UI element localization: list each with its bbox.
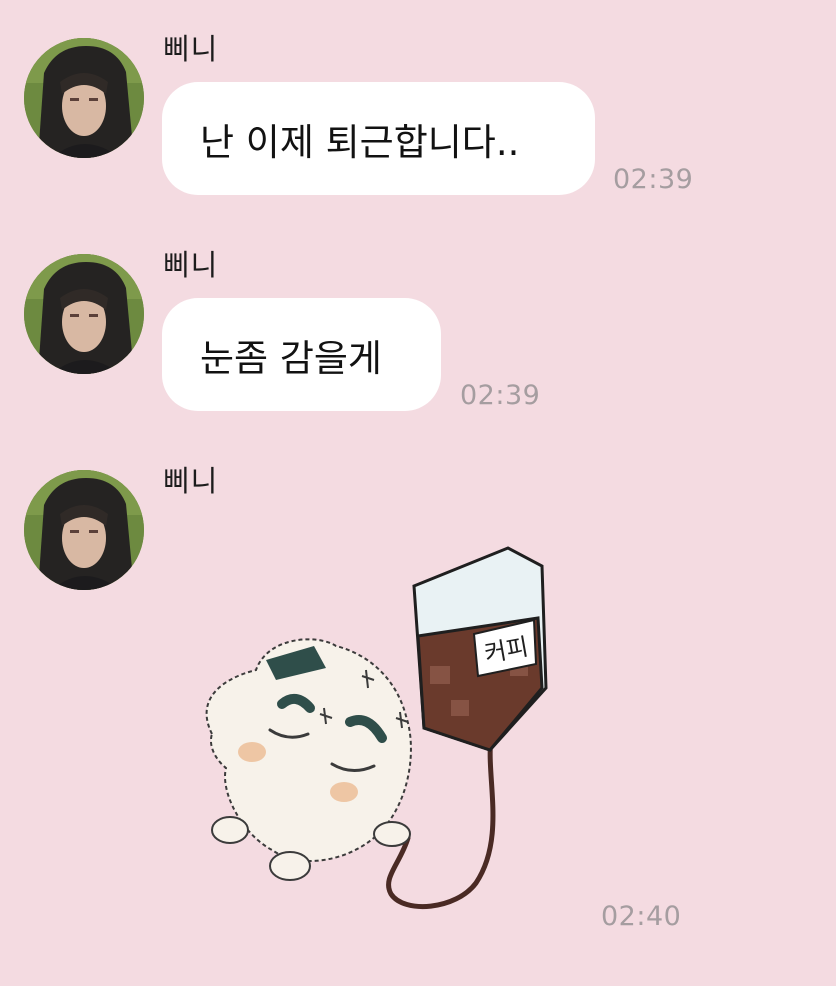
sender-avatar[interactable] <box>24 254 144 374</box>
sender-avatar[interactable] <box>24 470 144 590</box>
sender-name: 삐니 <box>163 464 219 498</box>
profile-photo-avatar-icon <box>24 254 144 374</box>
sticker-message[interactable]: 커피 <box>186 538 556 916</box>
chat-room: 삐니 난 이제 퇴근합니다.. 02:39 삐니 눈좀 감을게 02:39 삐니… <box>0 0 836 986</box>
sender-avatar[interactable] <box>24 38 144 158</box>
message-bubble[interactable]: 눈좀 감을게 <box>162 298 441 411</box>
profile-photo-avatar-icon <box>24 38 144 158</box>
sender-name: 삐니 <box>163 248 219 282</box>
message-timestamp: 02:39 <box>613 164 694 195</box>
message-timestamp: 02:39 <box>460 380 541 411</box>
message-timestamp: 02:40 <box>601 901 682 932</box>
sender-name: 삐니 <box>163 32 219 66</box>
profile-photo-avatar-icon <box>24 470 144 590</box>
message-bubble[interactable]: 난 이제 퇴근합니다.. <box>162 82 595 195</box>
rice-ball-coffee-iv-sticker-icon: 커피 <box>205 546 548 909</box>
